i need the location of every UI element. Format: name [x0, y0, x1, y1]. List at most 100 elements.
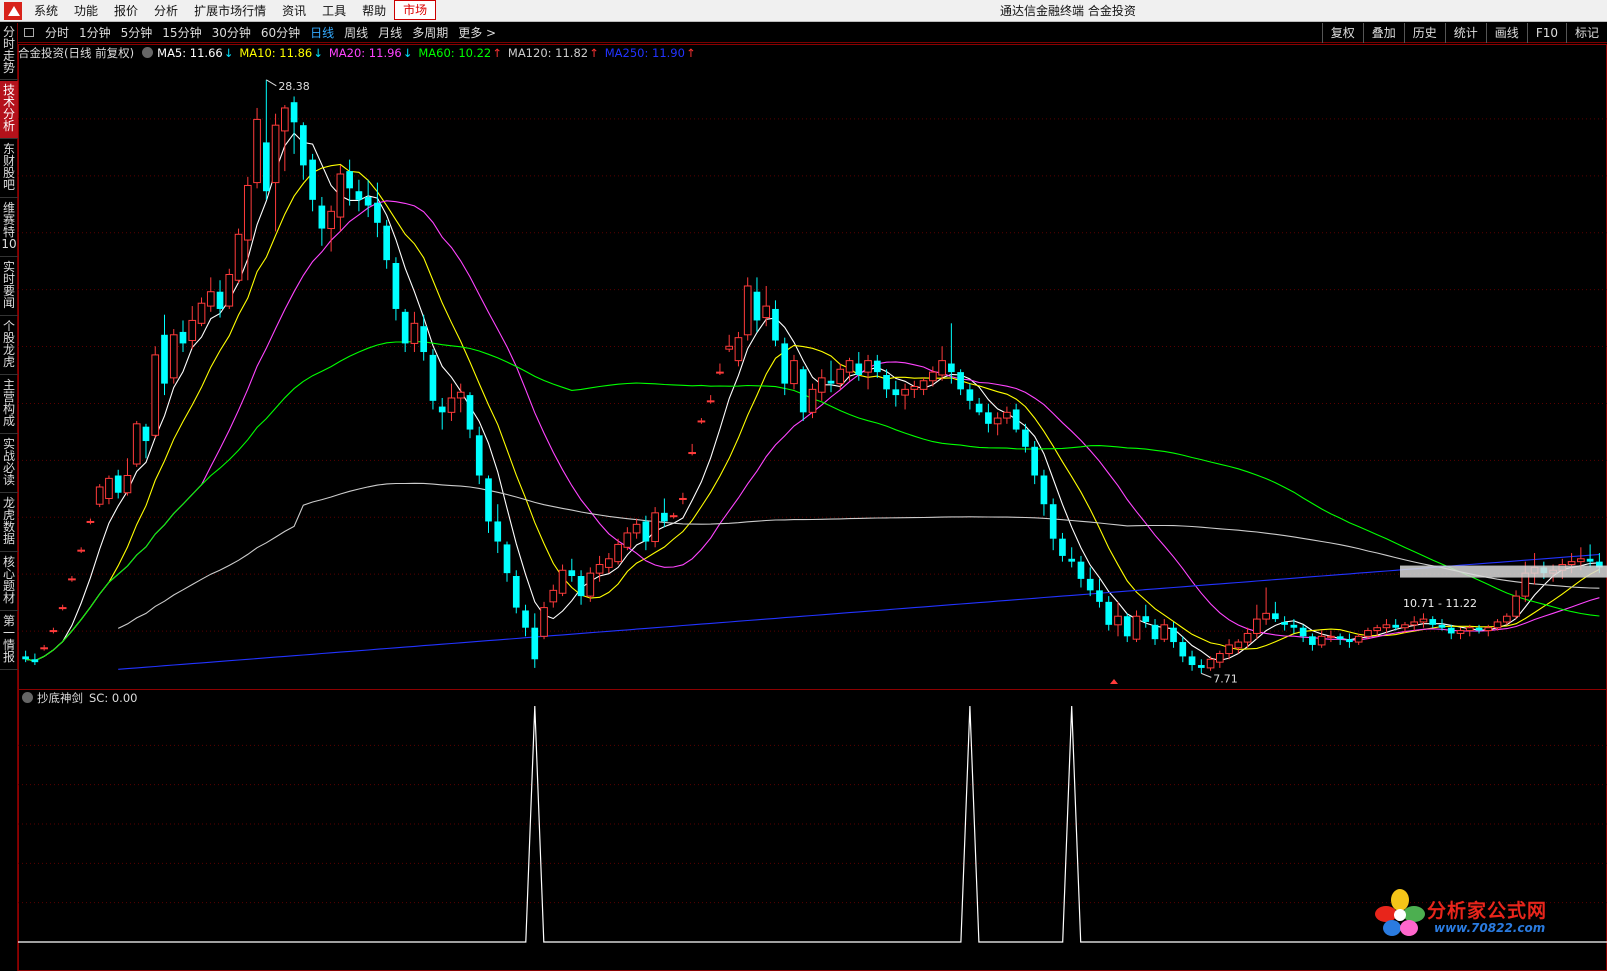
left-tab-10[interactable]: 第一情报: [0, 612, 18, 670]
left-tab-0[interactable]: 分时走势: [0, 23, 18, 80]
left-tab-8[interactable]: 龙虎数据: [0, 494, 18, 552]
candle-body-36: [355, 191, 363, 200]
sub-indicator-bar: 抄底神剑 SC: 0.00: [18, 689, 137, 706]
left-tab-4[interactable]: 实时要闻: [0, 258, 18, 316]
menu-items: 系统 功能 报价 分析 扩展市场行情 资讯 工具 帮助 市场: [26, 0, 437, 22]
left-tab-3[interactable]: 维赛特10: [0, 199, 18, 257]
flower-logo-icon: [1375, 889, 1425, 936]
candle-body-105: [993, 417, 1002, 425]
candle-body-121: [1142, 616, 1150, 622]
candle-body-98: [929, 371, 937, 382]
menu-item-2[interactable]: 报价: [106, 0, 146, 22]
candle-body-78: [743, 285, 752, 336]
candle-body-63: [605, 558, 613, 568]
ma-arrow-icon-3: ↑: [492, 45, 502, 60]
candle-body-6: [77, 549, 86, 552]
period-tab-9[interactable]: 多周期: [407, 23, 453, 43]
candle-body-149: [1401, 624, 1409, 629]
candle-body-82: [781, 343, 789, 384]
candle-body-129: [1215, 653, 1224, 663]
candle-body-115: [1086, 578, 1094, 591]
candle-body-134: [1262, 612, 1270, 620]
high-price-label: 28.38: [278, 80, 310, 93]
menu-item-0[interactable]: 系统: [26, 0, 66, 22]
candle-body-114: [1077, 561, 1085, 579]
sc-spike-line: [18, 705, 1607, 943]
candle-body-144: [1354, 635, 1363, 643]
toolbar-button-1[interactable]: 叠加: [1362, 23, 1404, 43]
candle-body-13: [142, 426, 150, 442]
candle-body-122: [1151, 624, 1159, 640]
period-tab-2[interactable]: 5分钟: [116, 23, 158, 43]
toolbar-button-0[interactable]: 复权: [1321, 23, 1363, 43]
sub-indicator-settings-icon[interactable]: [22, 692, 33, 703]
menu-item-3[interactable]: 分析: [146, 0, 186, 22]
candle-body-66: [632, 523, 641, 534]
left-tab-6[interactable]: 主营构成: [0, 376, 18, 434]
ma-label-5: MA250: 11.90↑: [605, 46, 696, 60]
candle-body-54: [522, 610, 529, 628]
period-tab-0[interactable]: 分时: [40, 23, 74, 43]
candle-body-80: [762, 305, 771, 319]
period-tab-1[interactable]: 1分钟: [74, 23, 116, 43]
candle-body-16: [169, 334, 178, 379]
candle-body-110: [1040, 475, 1048, 505]
left-tab-1[interactable]: 技术分析: [0, 81, 18, 139]
candle-body-37: [364, 196, 372, 206]
candle-body-61: [586, 572, 595, 597]
candle-body-111: [1049, 504, 1057, 539]
candle-body-41: [401, 311, 409, 344]
menu-item-5[interactable]: 资讯: [274, 0, 314, 22]
candle-body-117: [1105, 601, 1113, 625]
menu-item-4[interactable]: 扩展市场行情: [186, 0, 274, 22]
watermark-logo: 分析家公式网 www.70822.com: [1372, 888, 1564, 938]
candle-body-68: [651, 512, 659, 543]
period-tab-6[interactable]: 日线: [305, 23, 339, 43]
candle-body-113: [1068, 558, 1076, 562]
left-tab-2[interactable]: 东财股吧: [0, 140, 18, 198]
kline-chart[interactable]: 28.38 7.71 10.71 - 11.22: [18, 44, 1607, 971]
layout-toggle-icon[interactable]: [24, 28, 34, 37]
ma-value-4: MA120: 11.82: [507, 45, 589, 60]
candle-body-23: [234, 233, 243, 281]
period-tab-7[interactable]: 周线: [339, 23, 373, 43]
left-tab-9[interactable]: 核心题材: [0, 553, 18, 611]
period-tab-3[interactable]: 15分钟: [157, 23, 206, 43]
toolbar-button-3[interactable]: 统计: [1444, 23, 1486, 43]
indicator-settings-icon[interactable]: [142, 47, 154, 58]
menu-bar: 系统 功能 报价 分析 扩展市场行情 资讯 工具 帮助 市场 通达信金融终端 合金投资: [0, 0, 1607, 22]
toolbar-button-4[interactable]: 画线: [1485, 23, 1527, 43]
period-tab-4[interactable]: 30分钟: [207, 23, 256, 43]
candle-body-34: [336, 173, 345, 218]
candle-body-67: [642, 521, 650, 542]
ma-value-3: MA60: 10.22: [418, 45, 492, 60]
left-tab-7[interactable]: 实战必读: [0, 435, 18, 493]
menu-item-6[interactable]: 工具: [314, 0, 354, 22]
candle-body-29: [290, 102, 298, 123]
left-tab-5[interactable]: 个股龙虎: [0, 317, 18, 375]
watermark-url: www.70822.com: [1434, 921, 1546, 935]
candle-body-140: [1317, 635, 1326, 646]
candle-body-91: [864, 360, 872, 373]
candle-body-59: [568, 570, 576, 577]
ma-arrow-icon-4: ↑: [589, 45, 599, 60]
candle-body-18: [188, 319, 197, 342]
period-tab-5[interactable]: 60分钟: [256, 23, 305, 43]
candle-body-45: [438, 406, 446, 413]
candle-body-39: [383, 225, 390, 261]
candle-body-38: [374, 202, 381, 223]
menu-item-7[interactable]: 帮助: [354, 0, 394, 22]
menu-item-8[interactable]: 市场: [394, 0, 437, 20]
period-tab-10[interactable]: 更多 >: [453, 23, 501, 43]
sub-indicator-chart: [18, 705, 1607, 943]
menu-item-1[interactable]: 功能: [66, 0, 106, 22]
period-tab-8[interactable]: 月线: [373, 23, 407, 43]
candle-body-71: [679, 497, 687, 500]
toolbar-button-2[interactable]: 历史: [1403, 23, 1445, 43]
toolbar-button-5[interactable]: F10: [1526, 23, 1566, 43]
watermark-brand: 分析家公式网: [1427, 900, 1548, 922]
range-band: [1400, 565, 1607, 578]
candle-body-57: [549, 589, 558, 603]
toolbar-button-6[interactable]: 标记: [1565, 23, 1607, 43]
candle-body-76: [725, 345, 734, 350]
